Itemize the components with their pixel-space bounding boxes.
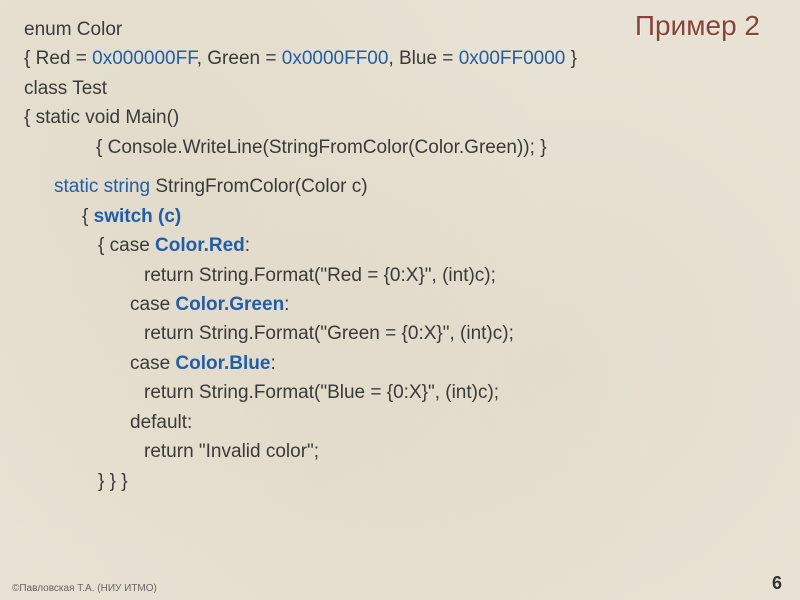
code-line: { Console.WriteLine(StringFromColor(Colo…	[24, 133, 776, 162]
code-literal: 0x00FF0000	[459, 48, 566, 69]
code-literal: 0x0000FF00	[282, 48, 389, 69]
code-keyword: switch (c)	[94, 206, 182, 227]
code-line: } } }	[24, 467, 776, 496]
code-line: case Color.Blue:	[24, 349, 776, 378]
code-enum-value: Color.Green	[175, 294, 284, 315]
code-block: enum Color { Red = 0x000000FF, Green = 0…	[24, 15, 776, 496]
code-keyword: static string	[54, 176, 150, 197]
code-line: case Color.Green:	[24, 290, 776, 319]
code-text: {	[82, 206, 94, 227]
code-text: :	[270, 353, 275, 374]
code-line: return String.Format("Red = {0:X}", (int…	[24, 261, 776, 290]
code-text: , Green =	[197, 48, 282, 69]
code-line: { switch (c)	[24, 202, 776, 231]
code-line: return String.Format("Blue = {0:X}", (in…	[24, 378, 776, 407]
code-enum-value: Color.Red	[155, 235, 245, 256]
code-enum-value: Color.Blue	[175, 353, 270, 374]
code-text: { case	[98, 235, 155, 256]
code-text: , Blue =	[388, 48, 458, 69]
page-number: 6	[772, 573, 782, 594]
code-text: }	[565, 48, 577, 69]
code-text: :	[245, 235, 250, 256]
code-text: case	[130, 294, 175, 315]
code-text: StringFromColor(Color c)	[150, 176, 367, 197]
code-line: class Test	[24, 74, 776, 103]
code-text: case	[130, 353, 175, 374]
code-line: static string StringFromColor(Color c)	[24, 172, 776, 201]
code-literal: 0x000000FF	[92, 48, 197, 69]
code-line: { Red = 0x000000FF, Green = 0x0000FF00, …	[24, 44, 776, 73]
code-line: { case Color.Red:	[24, 231, 776, 260]
slide-title: Пример 2	[635, 10, 760, 42]
code-line: return String.Format("Green = {0:X}", (i…	[24, 319, 776, 348]
code-line: { static void Main()	[24, 103, 776, 132]
footer-copyright: ©Павловская Т.А. (НИУ ИТМО)	[12, 583, 157, 594]
code-line: return "Invalid color";	[24, 437, 776, 466]
code-line: default:	[24, 408, 776, 437]
code-text: { Red =	[24, 48, 92, 69]
slide: Пример 2 enum Color { Red = 0x000000FF, …	[0, 0, 800, 600]
code-text: :	[284, 294, 289, 315]
